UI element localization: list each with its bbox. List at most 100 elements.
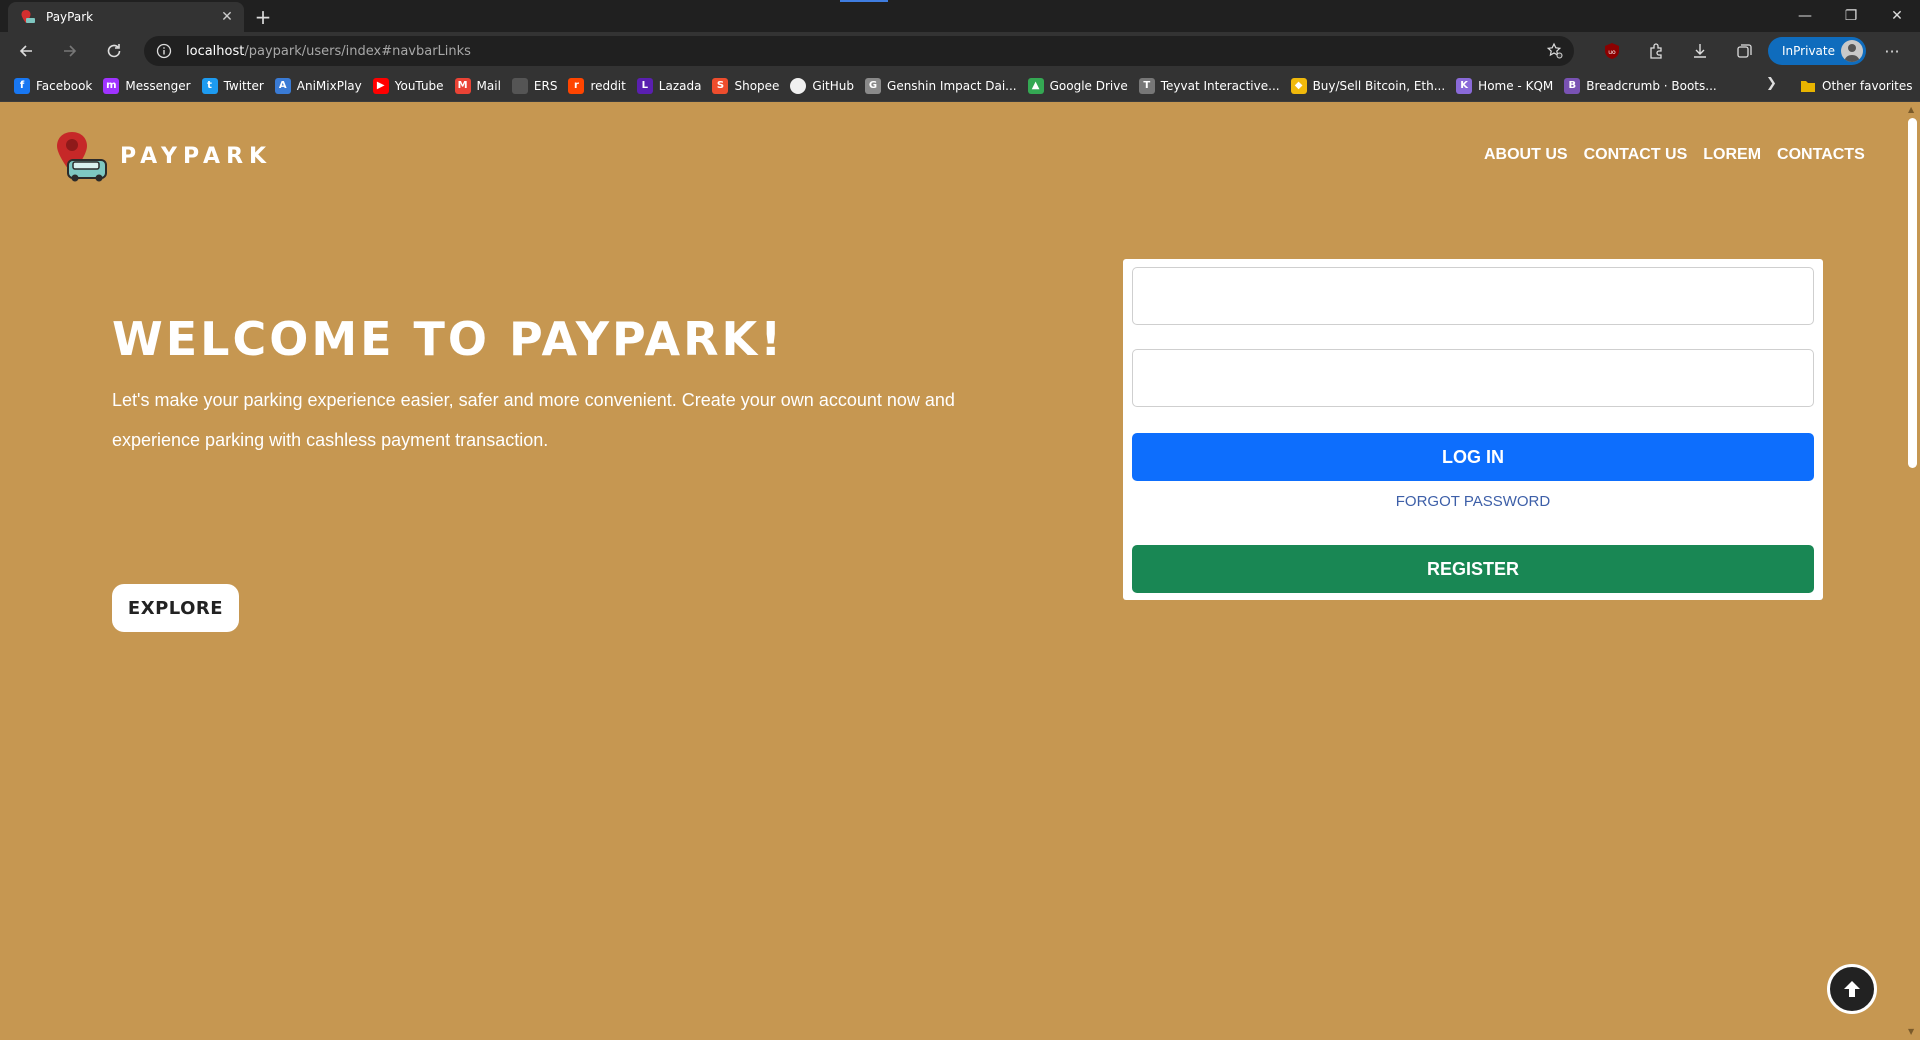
download-icon[interactable]: [1678, 36, 1722, 66]
page-scrollbar[interactable]: ▲ ▼: [1904, 102, 1920, 1040]
close-tab-icon[interactable]: ✕: [218, 8, 236, 26]
ublock-icon[interactable]: uo: [1590, 36, 1634, 66]
tab-paypark[interactable]: PayPark ✕: [8, 2, 244, 32]
paypark-favicon-icon: [21, 10, 35, 23]
tab-title: PayPark: [46, 10, 94, 24]
bookmark-item[interactable]: m Messenger: [101, 73, 197, 99]
bookmark-item[interactable]: L Lazada: [635, 73, 709, 99]
bookmark-label: Google Drive: [1049, 78, 1128, 93]
navbar-links: ABOUT US CONTACT US LOREM CONTACTS: [1484, 146, 1881, 164]
other-favorites[interactable]: Other favorites: [1800, 73, 1913, 99]
bookmark-label: Twitter: [223, 78, 264, 93]
scrollbar-thumb[interactable]: [1908, 118, 1917, 468]
bookmark-label: YouTube: [394, 78, 444, 93]
explore-button[interactable]: EXPLORE: [112, 584, 239, 632]
browser-toolbar: localhost/paypark/users/index#navbarLink…: [0, 32, 1920, 70]
scroll-down-icon[interactable]: ▼: [1908, 1028, 1916, 1036]
password-field[interactable]: [1132, 349, 1814, 407]
login-button[interactable]: LOG IN: [1132, 433, 1814, 481]
new-tab-icon[interactable]: +: [250, 5, 276, 29]
nav-contact-us[interactable]: CONTACT US: [1584, 146, 1688, 164]
bookmark-item[interactable]: T Teyvat Interactive...: [1137, 73, 1287, 99]
profile-avatar: [1841, 40, 1863, 62]
bookmark-label: ERS: [533, 78, 558, 93]
bookmark-item[interactable]: B Breadcrumb · Boots...: [1562, 73, 1723, 99]
bookmark-favicon-icon: t: [201, 77, 218, 94]
nav-lorem[interactable]: LOREM: [1703, 146, 1761, 164]
bookmark-item[interactable]: A AniMixPlay: [273, 73, 369, 99]
bookmark-label: Buy/Sell Bitcoin, Eth...: [1312, 78, 1446, 93]
refresh-icon[interactable]: [98, 35, 130, 67]
bookmark-favicon-icon: L: [636, 77, 653, 94]
bookmark-label: Breadcrumb · Boots...: [1586, 78, 1717, 93]
bookmark-item[interactable]: r reddit: [566, 73, 632, 99]
bookmark-favicon-icon: f: [14, 77, 30, 94]
collections-icon[interactable]: [1722, 36, 1766, 66]
bookmark-item[interactable]: S Shopee: [710, 73, 786, 99]
scroll-up-icon[interactable]: ▲: [1908, 106, 1916, 114]
register-button[interactable]: REGISTER: [1132, 545, 1814, 593]
hero-description: Let's make your parking experience easie…: [112, 390, 955, 450]
bookmark-label: Shopee: [734, 78, 780, 93]
info-icon[interactable]: [156, 43, 172, 59]
bookmark-favicon-icon: ▲: [1027, 77, 1044, 94]
bookmark-item[interactable]: K Home - KQM: [1454, 73, 1560, 99]
bookmark-favicon-icon: ◆: [1290, 77, 1307, 94]
nav-about-us[interactable]: ABOUT US: [1484, 146, 1568, 164]
svg-text:uo: uo: [1608, 49, 1616, 56]
chevron-right-icon[interactable]: ❯: [1766, 76, 1777, 91]
window-controls: — ❐ ✕: [1782, 0, 1920, 32]
bookmark-label: AniMixPlay: [296, 78, 362, 93]
bookmark-label: Mail: [476, 78, 501, 93]
favorites-bar: f Facebook m Messenger t Twitter A AniMixPlay ▶ Y…: [0, 70, 1920, 102]
bookmark-item[interactable]: M Mail: [453, 73, 508, 99]
brand-name: PAYPARK: [120, 143, 273, 169]
bookmark-item[interactable]: GitHub: [788, 73, 861, 99]
bookmark-label: reddit: [590, 78, 626, 93]
bookmark-item[interactable]: ERS: [510, 73, 565, 99]
close-window-icon[interactable]: ✕: [1874, 0, 1920, 32]
other-favorites-label: Other favorites: [1822, 79, 1913, 93]
page-viewport: PAYPARK ABOUT US CONTACT US LOREM CONTAC…: [0, 102, 1920, 1040]
username-field[interactable]: [1132, 267, 1814, 325]
inprivate-button[interactable]: InPrivate: [1768, 37, 1866, 65]
bookmark-label: Teyvat Interactive...: [1160, 78, 1280, 93]
paypark-logo-icon: [57, 132, 107, 182]
back-icon[interactable]: [10, 35, 42, 67]
tab-strip: PayPark ✕ + — ❐ ✕: [0, 0, 1920, 32]
bookmark-favicon-icon: S: [712, 77, 729, 94]
arrow-up-icon: [1844, 981, 1860, 997]
bookmark-item[interactable]: t Twitter: [200, 73, 271, 99]
bookmark-favicon-icon: ▶: [372, 77, 389, 94]
login-form: LOG IN FORGOT PASSWORD REGISTER: [1123, 259, 1823, 600]
bookmark-favicon-icon: T: [1138, 77, 1155, 94]
nav-contacts[interactable]: CONTACTS: [1777, 146, 1865, 164]
hero-title: WELCOME TO PAYPARK!: [112, 312, 785, 366]
address-bar[interactable]: localhost/paypark/users/index#navbarLink…: [144, 36, 1574, 66]
minimize-icon[interactable]: —: [1782, 0, 1828, 32]
back-to-top-button[interactable]: [1827, 964, 1877, 1014]
forgot-password-link[interactable]: FORGOT PASSWORD: [1123, 493, 1823, 510]
bookmark-label: GitHub: [812, 78, 855, 93]
bookmark-item[interactable]: ◆ Buy/Sell Bitcoin, Eth...: [1289, 73, 1453, 99]
bookmark-label: Genshin Impact Dai...: [887, 78, 1017, 93]
bookmark-label: Facebook: [36, 78, 93, 93]
restore-icon[interactable]: ❐: [1828, 0, 1874, 32]
bookmark-favicon-icon: B: [1564, 77, 1581, 94]
bookmark-favicon-icon: r: [568, 77, 585, 94]
bookmark-item[interactable]: G Genshin Impact Dai...: [863, 73, 1024, 99]
bookmark-item[interactable]: ▶ YouTube: [371, 73, 451, 99]
url-host: localhost: [186, 43, 245, 59]
brand-logo[interactable]: PAYPARK: [54, 130, 272, 182]
favorite-star-icon[interactable]: [1546, 42, 1564, 60]
bookmark-item[interactable]: ▲ Google Drive: [1026, 73, 1135, 99]
extensions-icon[interactable]: [1634, 36, 1678, 66]
bookmark-favicon-icon: [790, 77, 807, 94]
forward-icon[interactable]: [54, 35, 86, 67]
more-icon[interactable]: ···: [1876, 36, 1908, 66]
hero-section: WELCOME TO PAYPARK! Let's make your park…: [112, 312, 1052, 632]
bookmark-favicon-icon: K: [1456, 77, 1473, 94]
bookmark-label: Messenger: [125, 78, 191, 93]
bookmark-item[interactable]: f Facebook: [12, 73, 99, 99]
bookmark-favicon-icon: M: [454, 77, 471, 94]
